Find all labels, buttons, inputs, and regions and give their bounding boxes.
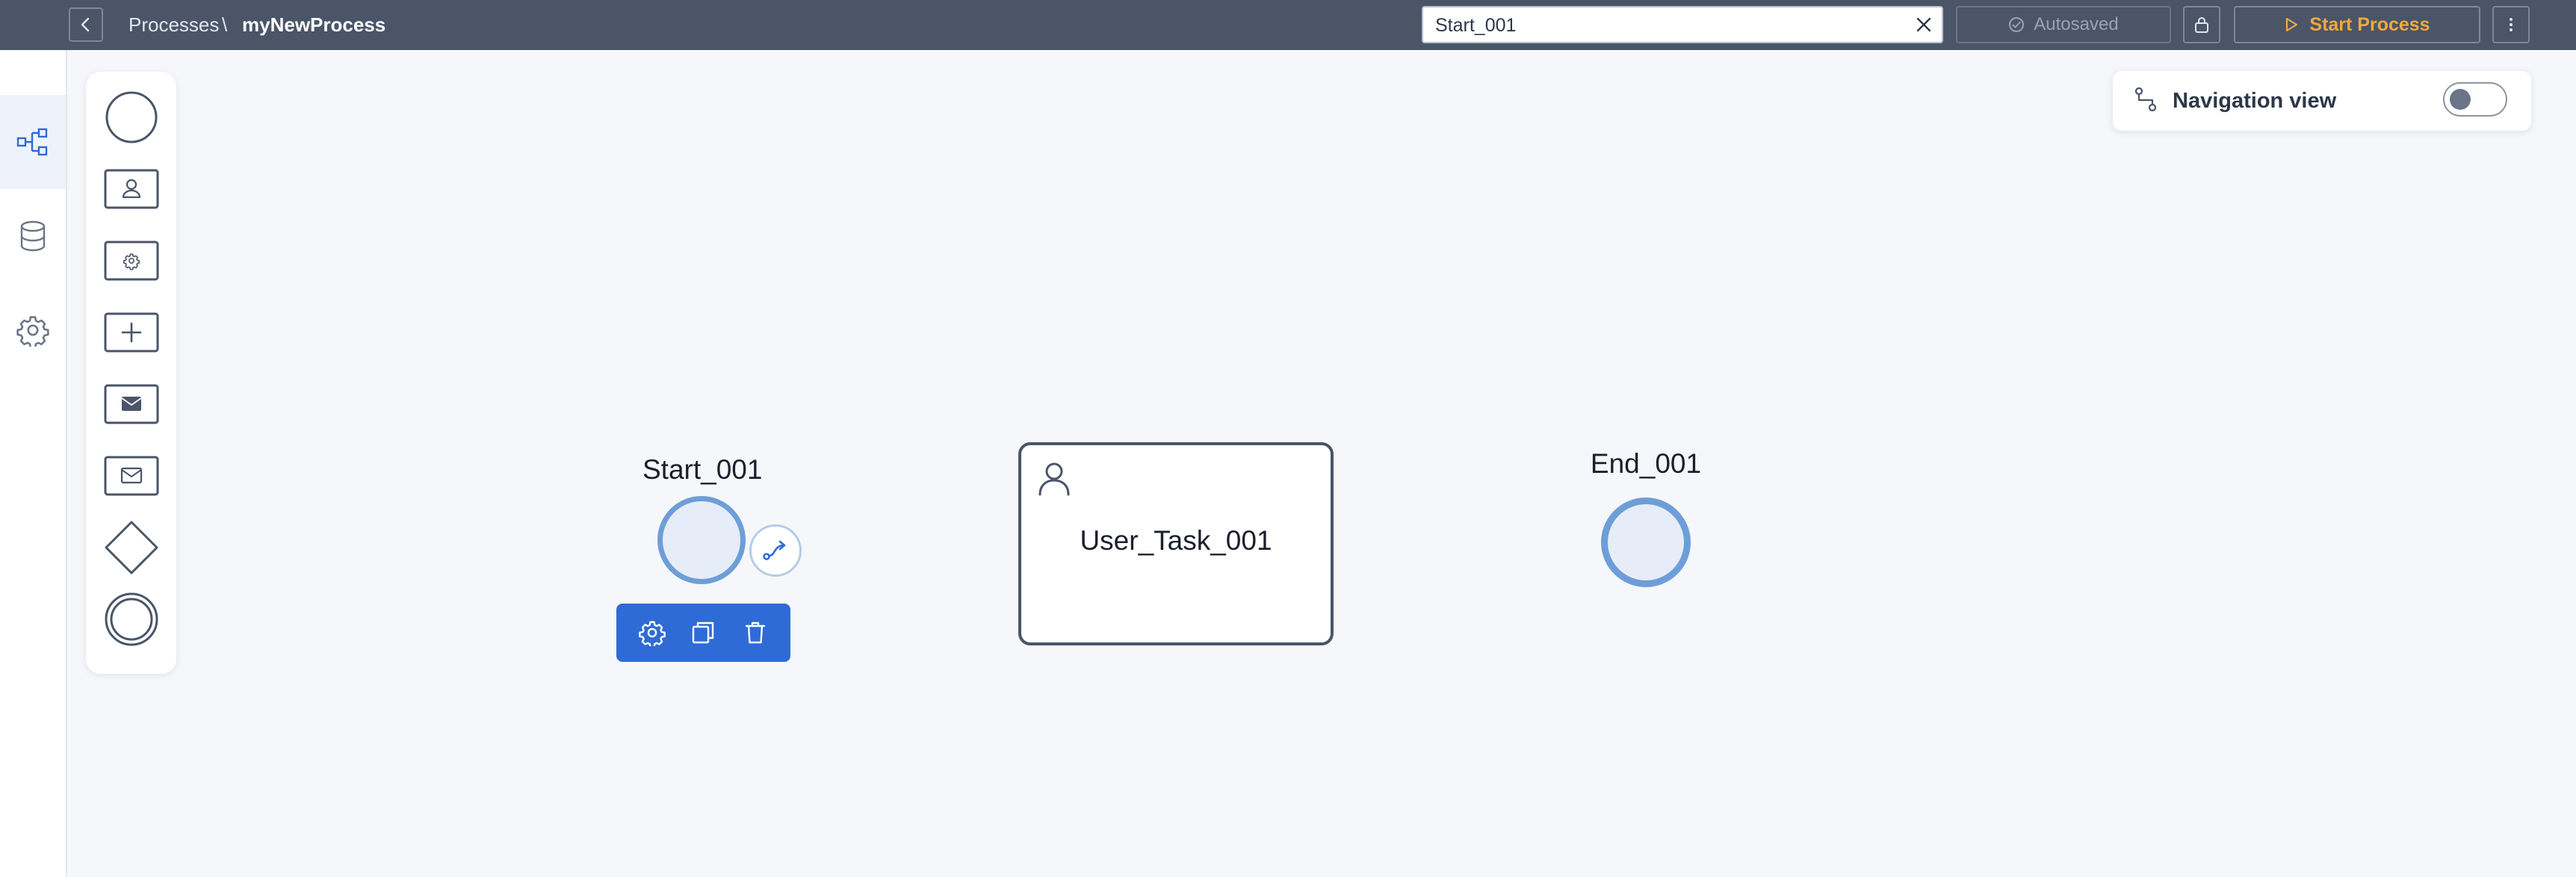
user-task-node[interactable]: User_Task_001 — [1018, 442, 1334, 645]
chevron-left-icon — [81, 17, 90, 32]
database-icon — [20, 220, 46, 252]
palette-user-task[interactable] — [99, 157, 164, 221]
palette-send-task[interactable] — [99, 372, 164, 436]
node-copy-button[interactable] — [688, 618, 718, 648]
palette-start-event[interactable] — [99, 85, 164, 149]
breadcrumb-current-process: myNewProcess — [242, 13, 386, 36]
rail-item-process[interactable] — [0, 95, 66, 189]
process-flow-icon — [16, 128, 48, 156]
user-task-label: User_Task_001 — [1080, 525, 1272, 556]
end-event-label: End_001 — [1590, 448, 1702, 479]
check-circle-icon — [2009, 17, 2025, 32]
more-options-button[interactable] — [2492, 6, 2530, 43]
rail-item-data[interactable] — [0, 189, 66, 283]
settings-icon — [16, 316, 49, 347]
autosaved-status: Autosaved — [1956, 6, 2171, 43]
end-event-node[interactable] — [1601, 498, 1691, 587]
copy-icon — [692, 622, 714, 644]
send-task-icon — [104, 384, 159, 424]
delete-icon — [745, 622, 766, 644]
top-bar: Processes \ myNewProcess Autosaved Start… — [0, 0, 2576, 50]
element-palette — [86, 72, 176, 674]
start-event-label: Start_001 — [643, 454, 763, 485]
settings-icon — [639, 621, 666, 646]
lock-button[interactable] — [2183, 6, 2220, 43]
palette-end-event[interactable] — [99, 587, 164, 651]
node-settings-button[interactable] — [637, 618, 667, 648]
palette-service-task[interactable] — [99, 229, 164, 293]
palette-subprocess[interactable] — [99, 300, 164, 365]
gateway-icon — [105, 521, 158, 574]
connect-arrow-icon — [763, 540, 786, 560]
toggle-knob — [2450, 89, 2471, 110]
navigation-view-label: Navigation view — [2173, 89, 2337, 113]
start-event-node[interactable] — [657, 496, 746, 584]
rail-item-settings[interactable] — [0, 283, 66, 377]
autosaved-label: Autosaved — [2034, 14, 2119, 34]
node-delete-button[interactable] — [740, 618, 770, 648]
more-vertical-icon — [2510, 18, 2512, 31]
breadcrumb-processes-link[interactable]: Processes — [129, 0, 219, 50]
node-search-input[interactable] — [1434, 7, 1885, 43]
back-button[interactable] — [69, 7, 103, 42]
node-search-field[interactable] — [1422, 6, 1943, 43]
start-process-button[interactable]: Start Process — [2234, 6, 2480, 43]
palette-receive-task[interactable] — [99, 444, 164, 508]
receive-task-icon — [104, 456, 159, 496]
lock-icon — [2195, 17, 2208, 33]
service-task-icon — [104, 241, 159, 281]
node-context-toolbar — [616, 604, 790, 662]
play-icon — [2286, 17, 2298, 32]
clear-icon[interactable] — [1915, 16, 1933, 34]
end-event-icon — [105, 592, 158, 646]
route-icon — [2134, 87, 2157, 112]
connect-button[interactable] — [749, 524, 802, 577]
subprocess-icon — [104, 312, 159, 353]
start-event-icon — [105, 91, 158, 143]
left-rail — [0, 50, 67, 877]
navigation-view-toggle[interactable] — [2443, 82, 2507, 117]
breadcrumb-separator: \ — [222, 13, 228, 36]
user-task-icon — [104, 169, 159, 209]
start-process-label: Start Process — [2309, 13, 2430, 35]
palette-gateway[interactable] — [99, 515, 164, 580]
